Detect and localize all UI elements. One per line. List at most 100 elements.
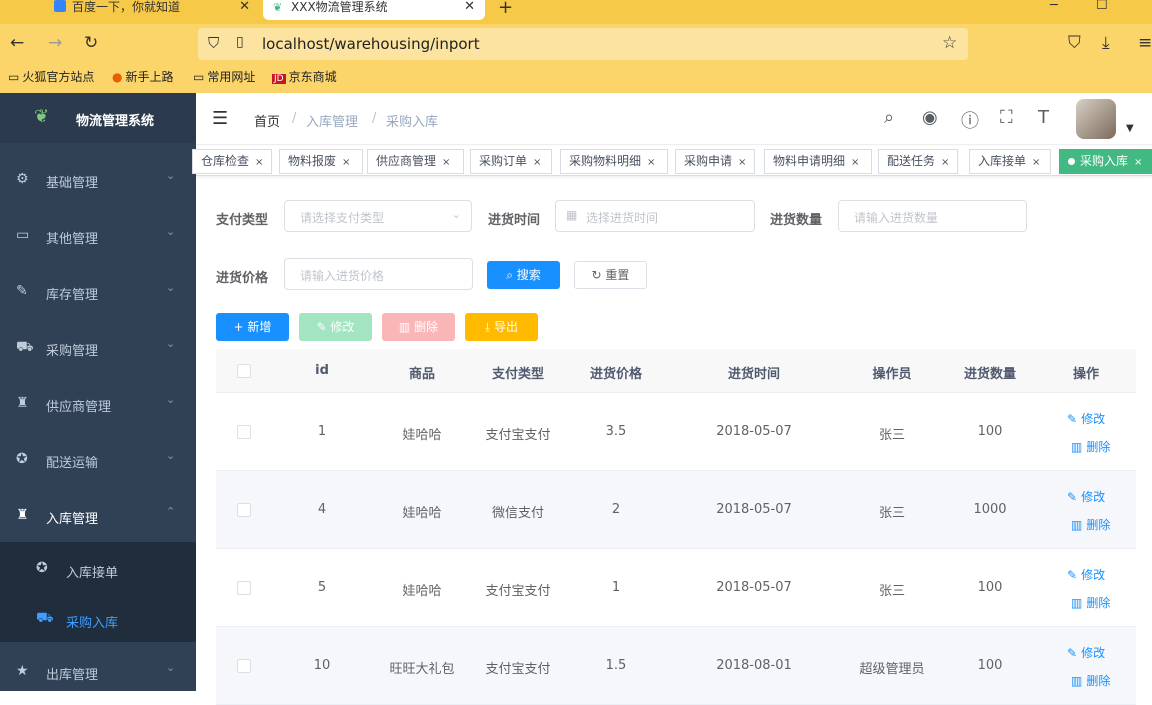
purchase-time-placeholder: 选择进货时间 xyxy=(586,211,659,225)
column-header-quantity[interactable]: 进货数量 xyxy=(954,363,1026,382)
search-icon[interactable]: ⌕ xyxy=(884,107,894,128)
reload-icon[interactable]: ↻ xyxy=(84,33,98,53)
row-edit-link[interactable]: ✎ 修改 xyxy=(1067,488,1105,505)
close-icon[interactable]: × xyxy=(647,157,655,168)
back-icon[interactable]: ← xyxy=(10,33,24,53)
maximize-icon[interactable]: ☐ xyxy=(1096,0,1108,13)
font-size-icon[interactable]: T xyxy=(1038,107,1049,128)
row-delete-link[interactable]: ▥ 删除 xyxy=(1071,516,1110,533)
bookmark-item[interactable]: ▭ 常用网址 xyxy=(193,68,255,85)
bookmark-item[interactable]: ▭ 火狐官方站点 xyxy=(8,68,94,85)
sidebar-item-basic[interactable]: ⚙ 基础管理 ⌄ xyxy=(0,152,196,208)
cell-pay-type: 支付宝支付 xyxy=(485,584,551,599)
minimize-icon[interactable]: ─ xyxy=(1050,0,1058,13)
sidebar-item-outbound[interactable]: ★ 出库管理 ⌄ xyxy=(0,644,196,700)
download-icon[interactable]: ⤓ xyxy=(1102,33,1110,53)
table-row[interactable]: 1 娃哈哈 支付宝支付 3.5 2018-05-07 张三 100 ✎ 修改 ▥ 删除 xyxy=(216,393,1136,471)
search-button[interactable]: ⌕ 搜索 xyxy=(487,261,560,289)
bookmark-item[interactable]: ● 新手上路 xyxy=(112,68,174,85)
close-icon[interactable]: × xyxy=(1032,157,1040,168)
pay-type-placeholder: 请选择支付类型 xyxy=(300,211,385,225)
close-icon[interactable]: × xyxy=(738,157,746,168)
purchase-time-picker[interactable]: ▦ 选择进货时间 xyxy=(555,200,755,232)
row-delete-link[interactable]: ▥ 删除 xyxy=(1071,594,1110,611)
sidebar-item-other[interactable]: ▭ 其他管理 ⌄ xyxy=(0,208,196,264)
column-header-price[interactable]: 进货价格 xyxy=(580,363,652,382)
address-bar[interactable]: ⛉ ▯ localhost/warehousing/inport ☆ xyxy=(198,28,968,60)
new-tab-button[interactable]: + xyxy=(498,0,513,18)
tag-item[interactable]: 仓库检查 × xyxy=(192,149,272,174)
row-checkbox[interactable] xyxy=(237,503,251,517)
row-edit-link[interactable]: ✎ 修改 xyxy=(1067,566,1105,583)
column-header-pay-type[interactable]: 支付类型 xyxy=(482,363,554,382)
reset-button[interactable]: ↻ 重置 xyxy=(574,261,647,289)
sidebar-subitem-receipt[interactable]: ✪ 入库接单 xyxy=(0,542,196,592)
fullscreen-icon[interactable]: ⛶ xyxy=(1000,107,1013,128)
hamburger-icon[interactable]: ☰ xyxy=(212,108,228,129)
close-icon[interactable]: × xyxy=(342,157,350,168)
sidebar-item-label: 其他管理 xyxy=(46,232,99,247)
tag-item[interactable]: 采购订单 × xyxy=(470,149,552,174)
bookmark-item[interactable]: JD 京东商城 xyxy=(272,68,337,85)
close-icon[interactable]: ✕ xyxy=(464,0,475,14)
column-header-time[interactable]: 进货时间 xyxy=(714,363,794,382)
row-checkbox[interactable] xyxy=(237,659,251,673)
browser-tab-app[interactable]: ❦ XXX物流管理系统 ✕ xyxy=(263,0,485,20)
tag-item[interactable]: 采购申请 × xyxy=(675,149,755,174)
breadcrumb-home[interactable]: 首页 xyxy=(254,111,280,130)
close-icon[interactable]: × xyxy=(442,157,450,168)
sidebar-item-warehousing[interactable]: ♜ 入库管理 ⌃ xyxy=(0,488,196,544)
select-all-checkbox[interactable] xyxy=(237,364,251,378)
browser-tab-baidu[interactable]: 百度一下，你就知道 ✕ xyxy=(44,0,260,20)
column-header-operator[interactable]: 操作员 xyxy=(856,363,928,382)
edit-button[interactable]: ✎ 修改 xyxy=(299,313,372,341)
column-header-product[interactable]: 商品 xyxy=(392,363,452,382)
pocket-icon[interactable]: ⛉ xyxy=(1068,33,1081,53)
menu-icon[interactable]: ≡ xyxy=(1138,33,1152,53)
sidebar-item-inventory[interactable]: ✎ 库存管理 ⌄ xyxy=(0,264,196,320)
row-delete-link[interactable]: ▥ 删除 xyxy=(1071,438,1110,455)
star-bookmark-icon[interactable]: ☆ xyxy=(942,33,957,53)
table-row[interactable]: 4 娃哈哈 微信支付 2 2018-05-07 张三 1000 ✎ 修改 ▥ 删除 xyxy=(216,471,1136,549)
price-input[interactable]: 请输入进货价格 xyxy=(284,258,473,290)
tag-item[interactable]: 采购物料明细 × xyxy=(560,149,668,174)
chevron-up-icon: ⌃ xyxy=(166,505,176,518)
tag-item-active[interactable]: 采购入库 × xyxy=(1059,149,1152,174)
column-header-id[interactable]: id xyxy=(302,363,342,378)
help-icon[interactable]: ⓘ xyxy=(961,107,979,133)
pay-type-select[interactable]: 请选择支付类型 ⌄ xyxy=(284,200,472,232)
close-icon[interactable]: ✕ xyxy=(239,0,250,14)
row-edit-link[interactable]: ✎ 修改 xyxy=(1067,644,1105,661)
tag-item[interactable]: 入库接单 × xyxy=(969,149,1051,174)
tag-item[interactable]: 物料报废 × xyxy=(279,149,363,174)
caret-down-icon[interactable]: ▼ xyxy=(1126,123,1134,134)
forward-icon[interactable]: → xyxy=(48,33,62,53)
delete-button[interactable]: ▥ 删除 xyxy=(382,313,455,341)
export-button[interactable]: ⤓ 导出 xyxy=(465,313,538,341)
row-checkbox[interactable] xyxy=(237,581,251,595)
row-edit-link[interactable]: ✎ 修改 xyxy=(1067,410,1105,427)
close-icon[interactable]: × xyxy=(255,157,263,168)
avatar[interactable] xyxy=(1076,99,1116,139)
sidebar-item-supplier[interactable]: ♜ 供应商管理 ⌄ xyxy=(0,376,196,432)
table-row[interactable]: 10 旺旺大礼包 支付宝支付 1.5 2018-08-01 超级管理员 100 ✎ 修改 ▥ 删除 xyxy=(216,627,1136,705)
close-icon[interactable]: × xyxy=(941,157,949,168)
sidebar-item-purchase[interactable]: ⛟ 采购管理 ⌄ xyxy=(0,320,196,376)
add-button[interactable]: + 新增 xyxy=(216,313,289,341)
close-icon[interactable]: × xyxy=(851,157,859,168)
close-icon[interactable]: × xyxy=(1134,157,1142,168)
chevron-down-icon: ⌄ xyxy=(166,393,176,406)
table-row[interactable]: 5 娃哈哈 支付宝支付 1 2018-05-07 张三 100 ✎ 修改 ▥ 删除 xyxy=(216,549,1136,627)
tag-item[interactable]: 物料申请明细 × xyxy=(764,149,872,174)
quantity-input[interactable]: 请输入进货数量 xyxy=(838,200,1027,232)
tag-item[interactable]: 供应商管理 × xyxy=(367,149,464,174)
github-icon[interactable]: ◉ xyxy=(922,107,938,128)
tag-item[interactable]: 配送任务 × xyxy=(878,149,958,174)
tag-label: 采购申请 xyxy=(684,154,733,168)
close-icon[interactable]: × xyxy=(533,157,541,168)
sidebar-subitem-purchase-inbound[interactable]: ⛟ 采购入库 xyxy=(0,592,196,642)
row-delete-link[interactable]: ▥ 删除 xyxy=(1071,672,1110,689)
row-checkbox[interactable] xyxy=(237,425,251,439)
chevron-down-icon: ⌄ xyxy=(166,337,176,350)
sidebar-item-delivery[interactable]: ✪ 配送运输 ⌄ xyxy=(0,432,196,488)
